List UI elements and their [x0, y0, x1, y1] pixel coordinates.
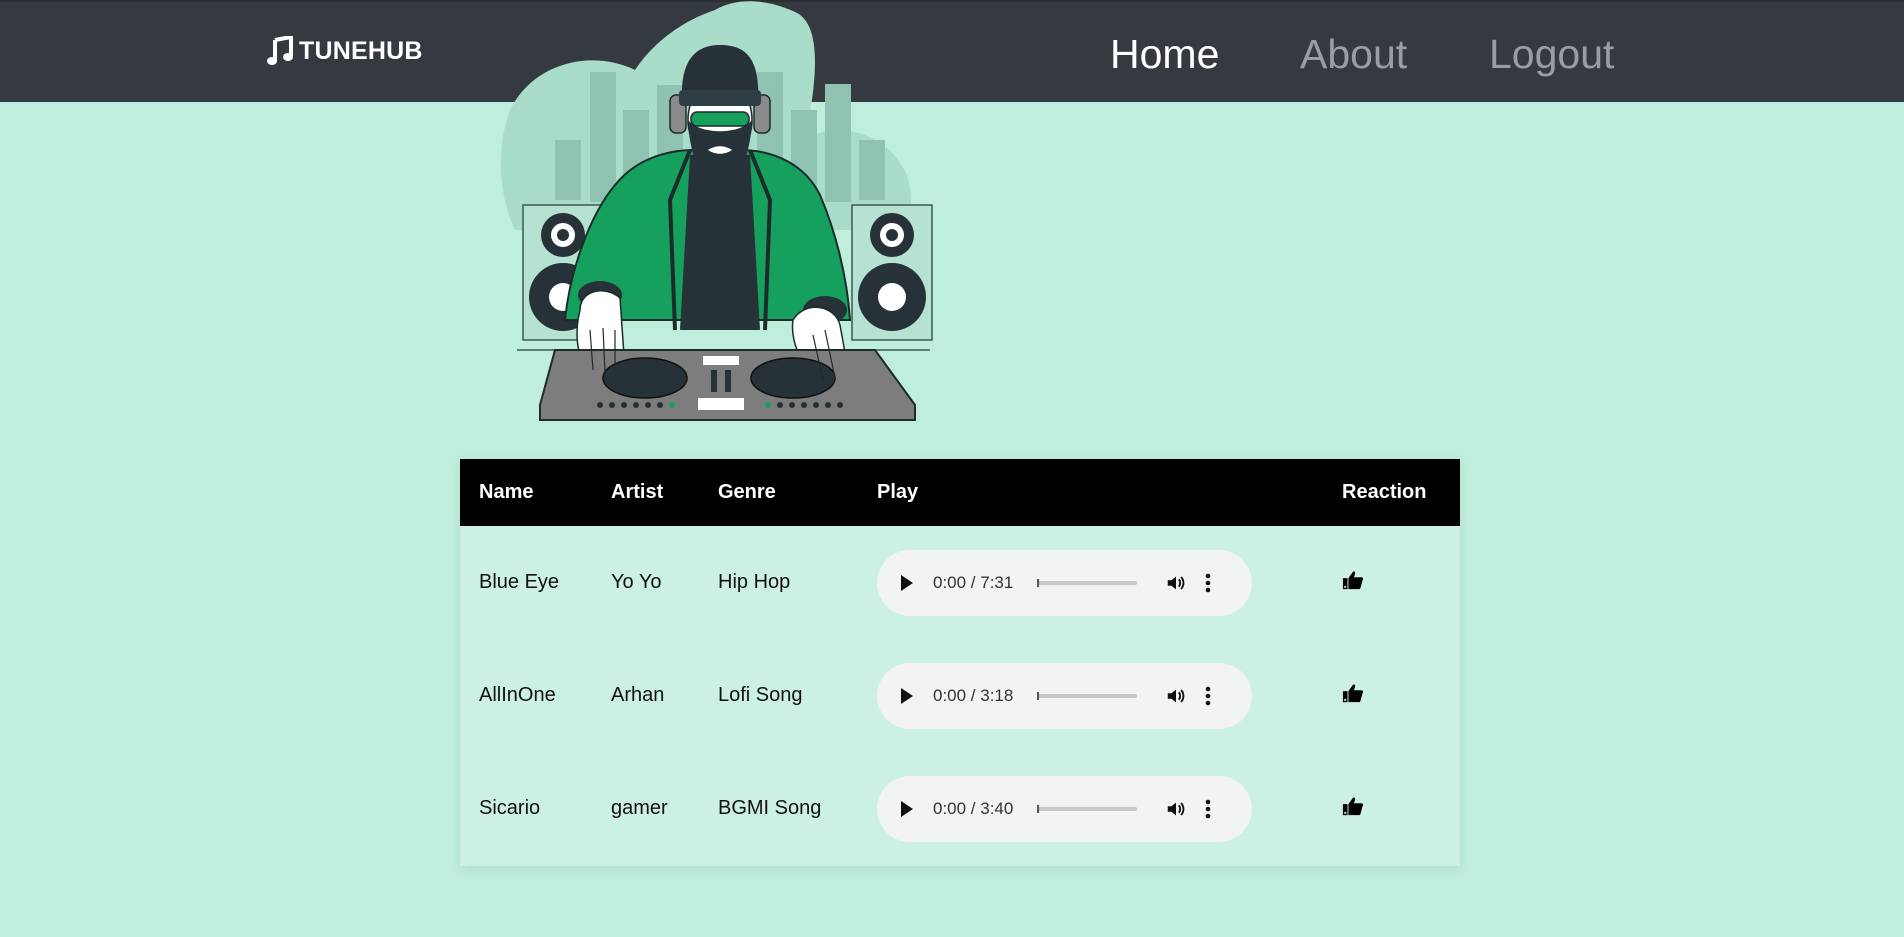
audio-player: 0:00 / 3:18	[877, 662, 1252, 729]
more-options-icon[interactable]	[1205, 798, 1211, 820]
nav-home-link[interactable]: Home	[1110, 30, 1219, 78]
table-row: Blue Eye Yo Yo Hip Hop 0:00 / 7:31	[460, 526, 1460, 639]
more-options-icon[interactable]	[1205, 572, 1211, 594]
songs-table-container: Name Artist Genre Play Reaction Blue Eye…	[460, 459, 1460, 866]
song-artist: gamer	[611, 797, 668, 819]
more-options-icon[interactable]	[1205, 685, 1211, 707]
table-row: AllInOne Arhan Lofi Song 0:00 / 3:18	[460, 639, 1460, 752]
header-genre: Genre	[718, 481, 776, 503]
thumbs-up-icon[interactable]	[1342, 682, 1364, 704]
table-row: Sicario gamer BGMI Song 0:00 / 3:40	[460, 752, 1460, 865]
song-name: Sicario	[479, 797, 541, 819]
play-icon[interactable]	[901, 800, 913, 817]
thumbs-up-icon[interactable]	[1342, 569, 1364, 591]
navbar: TUNEHUB Home About Logout	[0, 0, 1904, 102]
header-reaction: Reaction	[1342, 481, 1427, 503]
audio-seek-bar[interactable]	[1037, 691, 1137, 700]
play-icon[interactable]	[901, 574, 913, 591]
music-note-icon	[267, 36, 293, 65]
audio-time: 0:00 / 7:31	[933, 572, 1014, 592]
dj-illustration	[500, 1, 933, 421]
volume-icon[interactable]	[1165, 572, 1187, 594]
audio-player: 0:00 / 7:31	[877, 549, 1252, 616]
songs-table: Name Artist Genre Play Reaction Blue Eye…	[460, 459, 1460, 865]
volume-icon[interactable]	[1165, 685, 1187, 707]
audio-seek-bar[interactable]	[1037, 804, 1137, 813]
audio-time: 0:00 / 3:40	[933, 798, 1014, 818]
nav-logout-link[interactable]: Logout	[1489, 30, 1614, 78]
header-artist: Artist	[611, 481, 664, 503]
audio-time: 0:00 / 3:18	[933, 685, 1014, 705]
right-speaker	[851, 204, 933, 341]
song-artist: Arhan	[611, 684, 665, 706]
table-header-row: Name Artist Genre Play Reaction	[460, 459, 1460, 526]
nav-about-link[interactable]: About	[1300, 30, 1407, 78]
brand-logo[interactable]: TUNEHUB	[267, 36, 423, 66]
play-icon[interactable]	[901, 687, 913, 704]
song-name: Blue Eye	[479, 571, 560, 593]
audio-player: 0:00 / 3:40	[877, 775, 1252, 842]
header-name: Name	[479, 481, 534, 503]
brand-name: TUNEHUB	[299, 36, 423, 65]
thumbs-up-icon[interactable]	[1342, 795, 1364, 817]
song-name: AllInOne	[479, 684, 556, 706]
song-artist: Yo Yo	[611, 571, 662, 593]
song-genre: Hip Hop	[718, 571, 791, 593]
song-genre: BGMI Song	[718, 797, 822, 819]
audio-seek-bar[interactable]	[1037, 578, 1137, 587]
volume-icon[interactable]	[1165, 798, 1187, 820]
song-genre: Lofi Song	[718, 684, 803, 706]
header-play: Play	[877, 481, 919, 503]
